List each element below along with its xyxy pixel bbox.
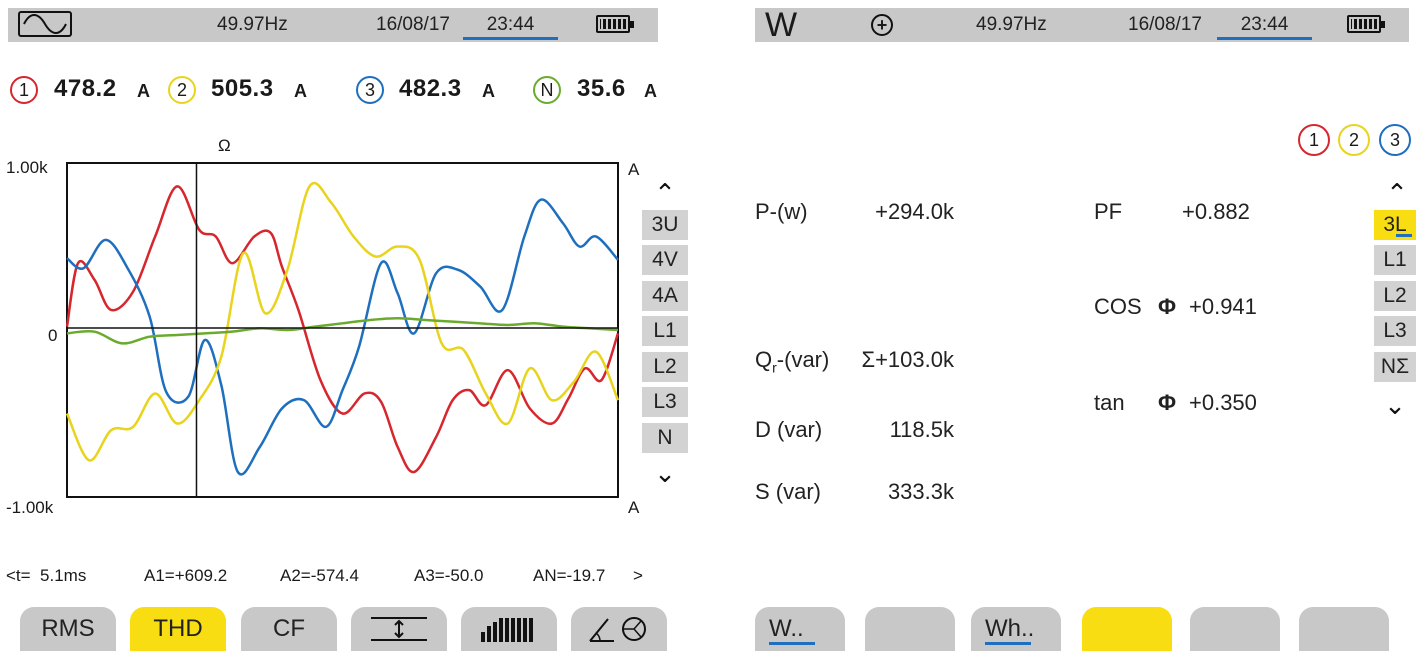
cos-phi-label: COS	[1094, 294, 1142, 319]
chart-frame	[66, 162, 619, 498]
right-status-bar: W + 49.97Hz 16/08/17 23:44	[755, 6, 1409, 44]
cursor-a1: A1=+609.2	[144, 566, 228, 585]
mode-letter: W	[765, 6, 798, 44]
phase-1-indicator: 1	[1298, 124, 1330, 156]
waveform-mode-icon	[18, 11, 72, 37]
tan-phi-symbol: Φ	[1158, 390, 1177, 415]
side-button-l3[interactable]: L3	[1374, 316, 1416, 346]
left-status-bar: 49.97Hz 16/08/17 23:44	[8, 8, 658, 42]
channel-1-indicator: 1	[10, 76, 38, 104]
channel-3-unit: A	[482, 81, 495, 101]
channel-n-value: 35.6	[577, 75, 626, 102]
channel-2-value: 505.3	[211, 75, 274, 102]
reactive-power-value: Σ+103.0k	[861, 347, 954, 372]
waveform-chart[interactable]	[66, 162, 619, 498]
y-axis-top-label: 1.00k	[6, 158, 48, 177]
right-time: 23:44	[1217, 14, 1312, 40]
side-button-n-sigma[interactable]: NΣ	[1374, 352, 1416, 382]
side-button-l1[interactable]: L1	[642, 316, 688, 346]
bargraph-icon	[481, 618, 533, 642]
left-frequency: 49.97Hz	[217, 14, 288, 35]
time-underline	[463, 37, 558, 40]
scroll-down-icon[interactable]: ⌄	[642, 460, 688, 486]
tab-cf[interactable]: CF	[241, 607, 337, 651]
channel-1-unit: A	[137, 81, 150, 101]
side-button-underline	[1396, 234, 1412, 237]
channel-1-value: 478.2	[54, 75, 117, 102]
side-button-l2[interactable]: L2	[1374, 281, 1416, 311]
side-button-l2[interactable]: L2	[642, 352, 688, 382]
plus-circle-icon: +	[871, 14, 893, 36]
tab-harmonics[interactable]	[461, 607, 557, 651]
time-underline	[1217, 37, 1312, 40]
left-time-text: 23:44	[486, 14, 535, 35]
battery-icon	[1347, 15, 1385, 33]
cursor-an: AN=-19.7	[533, 566, 606, 585]
right-time-text: 23:44	[1240, 14, 1289, 35]
tab-empty-2[interactable]	[865, 607, 955, 651]
cursor-symbol: Ω	[218, 136, 231, 155]
side-button-3l[interactable]: 3L	[1374, 210, 1416, 240]
tab-rms[interactable]: RMS	[20, 607, 116, 651]
tab-w-label: W..	[769, 615, 804, 642]
scroll-up-icon[interactable]: ⌃	[642, 180, 688, 206]
tab-active-blank[interactable]	[1082, 607, 1172, 651]
scroll-up-icon[interactable]: ⌃	[1374, 180, 1420, 206]
tab-scale[interactable]	[351, 607, 447, 651]
side-button-n[interactable]: N	[642, 423, 688, 453]
channel-2-unit: A	[294, 81, 307, 101]
side-button-l3[interactable]: L3	[642, 387, 688, 417]
unit-bottom-label: A	[628, 498, 640, 517]
side-button-l1[interactable]: L1	[1374, 245, 1416, 275]
phase-3-indicator: 3	[1379, 124, 1411, 156]
cursor-a3: A3=-50.0	[414, 566, 484, 585]
cursor-a2: A2=-574.4	[280, 566, 359, 585]
power-factor-label: PF	[1094, 199, 1123, 224]
tab-phasor[interactable]	[571, 607, 667, 651]
right-frequency: 49.97Hz	[976, 14, 1047, 35]
side-button-3u[interactable]: 3U	[642, 210, 688, 240]
channel-n-unit: A	[644, 81, 657, 101]
tab-empty-5[interactable]	[1190, 607, 1280, 651]
right-date: 16/08/17	[1128, 14, 1202, 35]
cos-phi-value: +0.941	[1189, 294, 1257, 319]
channel-3-value: 482.3	[399, 75, 462, 102]
distortion-power-value: 118.5k	[889, 417, 954, 442]
tab-wh-label: Wh..	[985, 615, 1035, 642]
unit-top-label: A	[628, 160, 640, 179]
side-button-4a[interactable]: 4A	[642, 281, 688, 311]
phase-2-indicator: 2	[1338, 124, 1370, 156]
channel-n-indicator: N	[533, 76, 561, 104]
side-button-4v[interactable]: 4V	[642, 245, 688, 275]
cursor-time: <t= 5.1ms	[6, 566, 87, 585]
tab-wh[interactable]: Wh..	[971, 607, 1061, 651]
tab-wh-underline	[985, 642, 1031, 645]
channel-3-indicator: 3	[356, 76, 384, 104]
tan-phi-label: tan	[1094, 390, 1125, 415]
tab-empty-6[interactable]	[1299, 607, 1389, 651]
tab-thd[interactable]: THD	[130, 607, 226, 651]
cos-phi-symbol: Φ	[1158, 294, 1177, 319]
cursor-next-button[interactable]: >	[633, 566, 643, 586]
left-date: 16/08/17	[376, 14, 450, 35]
tan-phi-value: +0.350	[1189, 390, 1257, 415]
channel-2-indicator: 2	[168, 76, 196, 104]
reactive-label-main: Q	[755, 347, 773, 372]
y-axis-zero-label: 0	[48, 326, 58, 345]
side-button-3l-label: 3L	[1383, 213, 1407, 236]
left-time: 23:44	[463, 14, 558, 40]
scroll-down-icon[interactable]: ⌄	[1372, 392, 1418, 418]
active-power-value: +294.0k	[875, 199, 954, 224]
scale-icon	[371, 617, 427, 641]
power-factor-value: +0.882	[1182, 199, 1250, 224]
phasor-icon	[589, 617, 646, 642]
y-axis-bottom-label: -1.00k	[6, 498, 54, 517]
apparent-power-value: 333.3k	[887, 479, 954, 504]
tab-w[interactable]: W..	[755, 607, 845, 651]
battery-icon	[596, 15, 634, 33]
tab-w-underline	[769, 642, 815, 645]
